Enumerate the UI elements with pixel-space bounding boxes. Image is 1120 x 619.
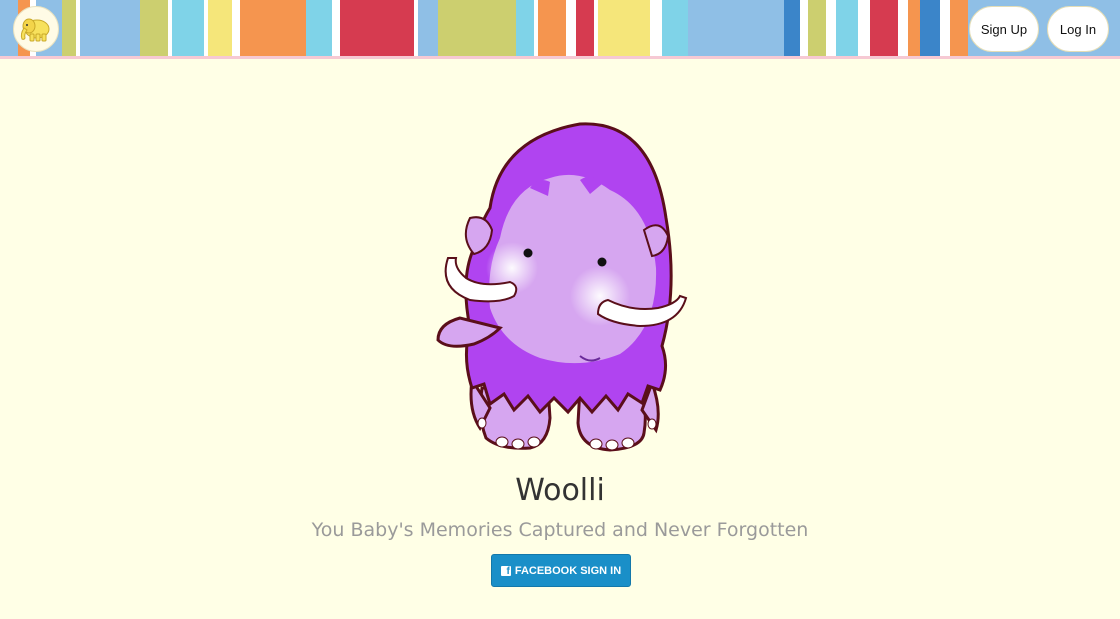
elephant-logo-icon[interactable] (13, 6, 59, 52)
facebook-icon: f (500, 565, 511, 576)
log-in-button[interactable]: Log In (1047, 6, 1109, 52)
tagline: You Baby's Memories Captured and Never F… (311, 519, 809, 541)
app-title: Woolli (515, 473, 605, 508)
header-bar: Sign Up Log In (0, 0, 1120, 59)
facebook-sign-in-label: FACEBOOK SIGN IN (514, 564, 622, 577)
sign-up-button[interactable]: Sign Up (969, 6, 1039, 52)
elephant-icon (20, 18, 50, 42)
striped-banner (0, 0, 1120, 56)
facebook-sign-in-button[interactable]: f FACEBOOK SIGN IN (491, 554, 631, 587)
woolly-mammoth-illustration (436, 122, 688, 452)
